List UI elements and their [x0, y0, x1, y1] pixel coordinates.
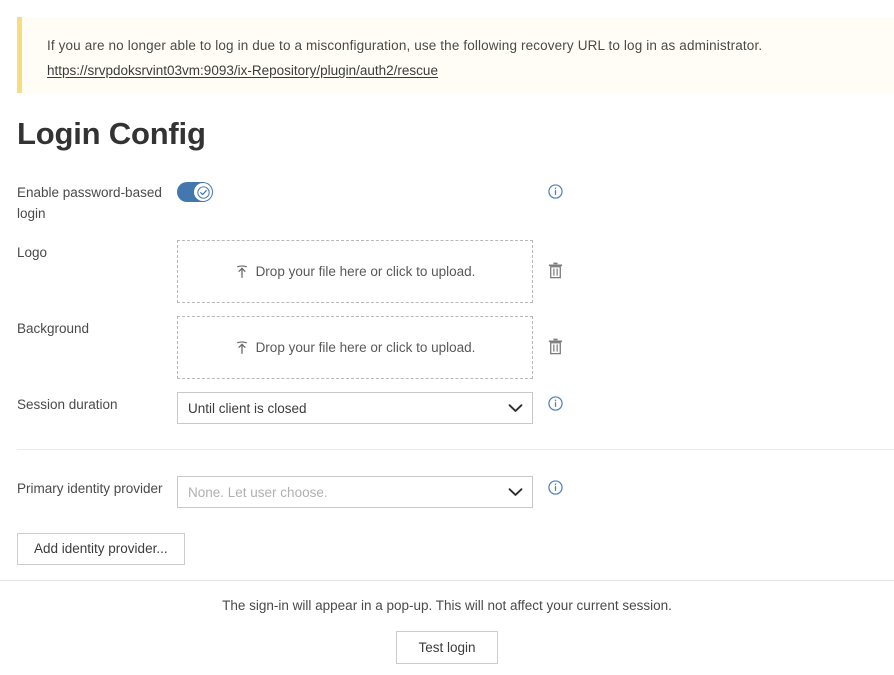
info-icon[interactable]	[548, 396, 563, 411]
session-duration-control: Until client is closed	[177, 392, 533, 424]
primary-identity-provider-select[interactable]: None. Let user choose.	[177, 476, 533, 508]
check-icon	[196, 185, 210, 199]
footer: The sign-in will appear in a pop-up. Thi…	[0, 581, 894, 664]
background-label: Background	[17, 321, 90, 336]
background-dropzone[interactable]: Drop your file here or click to upload.	[177, 316, 533, 379]
logo-dropzone[interactable]: Drop your file here or click to upload.	[177, 240, 533, 303]
row-password-login: Enable password-based login	[0, 180, 894, 240]
password-login-toggle[interactable]	[177, 182, 213, 202]
row-background: Background Drop your file here or click …	[0, 316, 894, 392]
background-delete-button[interactable]	[548, 338, 563, 358]
primary-identity-provider-control: None. Let user choose.	[177, 476, 533, 508]
password-login-aside	[533, 180, 593, 199]
login-config-form: Enable password-based login Logo Drop yo…	[0, 180, 894, 436]
row-session-duration: Session duration Until client is closed	[0, 392, 894, 436]
primary-identity-provider-label: Primary identity provider	[17, 481, 163, 496]
recovery-url-link[interactable]: https://srvpdoksrvint03vm:9093/ix-Reposi…	[47, 62, 438, 80]
primary-identity-provider-aside	[533, 476, 593, 495]
toggle-knob	[194, 183, 212, 201]
info-icon[interactable]	[548, 184, 563, 199]
logo-delete-button[interactable]	[548, 262, 563, 282]
session-duration-aside	[533, 392, 593, 411]
logo-dropzone-text: Drop your file here or click to upload.	[255, 264, 476, 279]
test-login-button[interactable]: Test login	[396, 631, 498, 664]
section-divider	[17, 449, 894, 450]
chevron-down-icon	[508, 404, 523, 412]
trash-icon	[548, 262, 563, 279]
recovery-banner-message: If you are no longer able to log in due …	[47, 38, 763, 53]
trash-icon	[548, 338, 563, 355]
background-control: Drop your file here or click to upload.	[177, 316, 533, 379]
background-dropzone-inner: Drop your file here or click to upload.	[235, 340, 476, 355]
logo-control: Drop your file here or click to upload.	[177, 240, 533, 303]
session-duration-value: Until client is closed	[188, 400, 307, 416]
session-duration-select[interactable]: Until client is closed	[177, 392, 533, 424]
logo-dropzone-inner: Drop your file here or click to upload.	[235, 264, 476, 279]
footer-note: The sign-in will appear in a pop-up. Thi…	[222, 598, 672, 613]
row-primary-identity-provider: Primary identity provider None. Let user…	[0, 476, 894, 508]
chevron-down-icon	[508, 488, 523, 496]
upload-icon	[236, 341, 247, 354]
password-login-label: Enable password-based login	[17, 185, 162, 221]
row-logo: Logo Drop your file here or click to upl…	[0, 240, 894, 316]
session-duration-label: Session duration	[17, 397, 118, 412]
password-login-control	[177, 180, 533, 202]
logo-label: Logo	[17, 245, 48, 260]
background-dropzone-text: Drop your file here or click to upload.	[255, 340, 476, 355]
page-title: Login Config	[17, 116, 206, 151]
upload-icon	[236, 265, 247, 278]
primary-identity-provider-value: None. Let user choose.	[188, 484, 328, 500]
logo-aside	[533, 240, 593, 282]
background-aside	[533, 316, 593, 358]
info-icon[interactable]	[548, 480, 563, 495]
recovery-banner: If you are no longer able to log in due …	[17, 17, 894, 93]
add-identity-provider-button[interactable]: Add identity provider...	[17, 533, 185, 565]
